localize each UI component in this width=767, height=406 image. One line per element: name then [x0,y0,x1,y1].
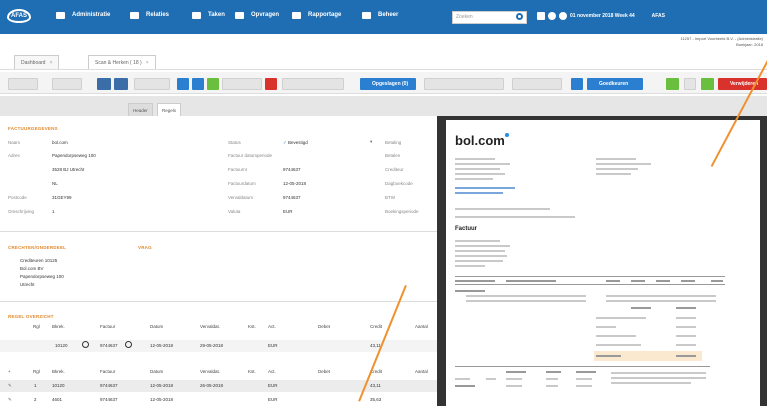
toolbar-button[interactable] [684,78,696,90]
search-icon[interactable] [125,341,132,348]
address-field[interactable]: Papendorpseweg 100 [52,153,96,158]
omschrijving-field[interactable]: 1 [52,209,55,214]
add-icon[interactable] [177,78,189,90]
country-field[interactable]: NL [52,181,58,186]
valuta-field[interactable]: EUR [283,209,293,214]
excel-icon[interactable] [207,78,219,90]
postcode-field[interactable]: 31GEY99 [52,195,72,200]
divider [0,301,437,302]
tab-regels[interactable]: Regels [157,103,182,116]
edit-icon[interactable]: ✎ [8,383,12,389]
help-icon[interactable] [548,12,556,20]
edit-icon[interactable] [192,78,204,90]
people-icon [130,12,139,19]
datetime-label: 01 november 2018 Week 44 [570,13,635,19]
close-icon[interactable]: × [146,60,149,66]
breadcrumb: 11257 - Import Voorbeeld B.V. - (Adminis… [680,36,763,47]
search-icon[interactable] [82,341,89,348]
tab-header[interactable]: Header [128,103,153,116]
user-name[interactable]: AFAS [652,13,665,19]
nav-opvragen[interactable]: Opvragen [235,12,279,19]
opgeslagen-button[interactable]: Opgeslagen (0) [360,78,416,90]
invoice-preview-panel[interactable]: bol.com Factuur [437,116,767,406]
toolbar-button[interactable] [134,78,170,90]
toolbar-button[interactable] [424,78,504,90]
nav-administratie[interactable]: Administratie [56,12,110,19]
delete-icon[interactable] [265,78,277,90]
chart-icon[interactable] [701,78,714,90]
section-title: VRAG [138,245,152,250]
tab-dashboard[interactable]: Dashboard × [14,55,60,69]
add-icon[interactable]: + [8,369,11,374]
section-title: FACTUURGEGEVENS [8,126,58,131]
invoice-brand-logo: bol.com [455,133,509,148]
edit-icon[interactable]: ✎ [8,397,12,403]
checklist-icon[interactable] [666,78,679,90]
search-input[interactable]: Zoeken [452,11,527,24]
chart-icon [292,12,301,19]
refresh-icon[interactable] [571,78,583,90]
divider [0,231,437,232]
nav-relaties[interactable]: Relaties [130,12,169,19]
settings-icon[interactable] [559,12,567,20]
toolbar-button[interactable] [512,78,562,90]
factuurdatum-field[interactable]: 12-05-2018 [283,181,306,186]
name-field[interactable]: bol.com [52,140,68,145]
vervaldatum-field[interactable]: 9744637 [283,195,301,200]
factuurnr-field[interactable]: 9744637 [283,167,301,172]
gear-icon [362,12,371,19]
subtabs: Header Regels [0,96,767,116]
city-field[interactable]: 3528 BJ Utrecht [52,167,84,172]
app-logo[interactable]: AFAS [7,9,31,23]
action-toolbar: Opgeslagen (0) Goedkeuren Verwijderen [0,72,767,94]
section-title: CRECHTEN/ONDERDEEL [8,245,67,250]
status-field[interactable]: ✓ Bevestigd [283,140,308,146]
toolbar-button[interactable] [8,78,38,90]
close-icon[interactable]: × [49,60,52,66]
section-title: REGEL OVERZICHT [8,314,54,319]
tab-scan-herken[interactable]: Scan & Herken ( 18 ) × [88,55,156,69]
building-icon [56,12,65,19]
invoice-form: FACTUURGEGEVENS Naam bol.com Adres Papen… [0,116,437,406]
folder-icon[interactable] [537,12,545,20]
top-navigation-bar: AFAS Administratie Relaties Taken Opvrag… [0,0,767,34]
search-icon [235,12,244,19]
search-icon[interactable] [516,13,523,20]
user-status-area: 01 november 2018 Week 44 AFAS [537,12,665,20]
goedkeuren-button[interactable]: Goedkeuren [587,78,643,90]
toolbar-button[interactable] [282,78,344,90]
invoice-title: Factuur [455,226,478,232]
previous-icon[interactable] [97,78,111,90]
document-tabs: Dashboard × Scan & Herken ( 18 ) × [0,50,767,70]
tasks-icon [192,12,201,19]
next-icon[interactable] [114,78,128,90]
chevron-down-icon[interactable]: ▾ [370,139,372,145]
toolbar-button[interactable] [52,78,82,90]
nav-beheer[interactable]: Beheer [362,12,398,19]
toolbar-button[interactable] [222,78,262,90]
verwijderen-button[interactable]: Verwijderen [718,78,767,90]
nav-taken[interactable]: Taken [192,12,225,19]
nav-rapportage[interactable]: Rapportage [292,12,341,19]
